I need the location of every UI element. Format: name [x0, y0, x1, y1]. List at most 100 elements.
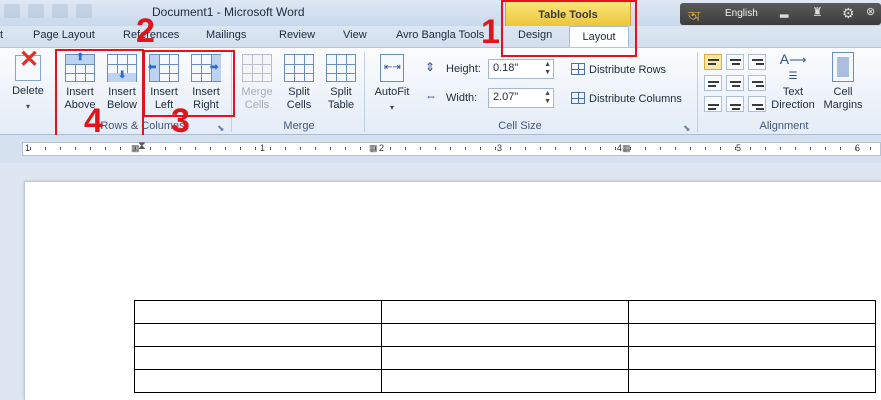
height-stepper-icon[interactable]: ▲ ▼ — [544, 61, 551, 77]
tab-mailings[interactable]: Mailings — [206, 29, 246, 41]
table-cell[interactable] — [628, 346, 876, 370]
merge-cells-label-2: Cells — [244, 99, 270, 111]
ruler-tick — [105, 147, 106, 150]
width-field[interactable]: 2.07" ▲ ▼ — [488, 88, 554, 108]
annotation-box-1 — [501, 0, 637, 57]
quick-access-toolbar[interactable] — [4, 4, 144, 22]
ruler-tick — [360, 147, 361, 150]
tab-review[interactable]: Review — [279, 29, 315, 41]
text-direction-button[interactable]: A⟶ ☰ Text Direction — [769, 52, 817, 112]
distribute-columns-icon — [571, 92, 585, 104]
ruler-tick — [225, 147, 226, 150]
align-top-center-button[interactable] — [726, 54, 744, 70]
table-cell[interactable] — [134, 346, 382, 370]
table-cell[interactable] — [628, 300, 876, 324]
ruler-tick — [690, 147, 691, 150]
split-table-icon — [326, 54, 356, 82]
tab-view[interactable]: View — [343, 29, 367, 41]
align-center-button[interactable] — [726, 75, 744, 91]
close-icon[interactable]: ⊗ — [866, 5, 875, 18]
ruler-tick — [735, 147, 736, 150]
align-center-left-button[interactable] — [704, 75, 722, 91]
align-center-right-button[interactable] — [748, 75, 766, 91]
ruler-tick — [615, 147, 616, 150]
ruler-tick — [525, 147, 526, 150]
cell-margins-button[interactable]: Cell Margins — [820, 52, 866, 112]
split-table-button[interactable]: Split Table — [322, 54, 360, 112]
distribute-rows-button[interactable]: Distribute Rows — [571, 63, 666, 76]
align-bottom-right-button[interactable] — [748, 96, 766, 112]
ruler-tick — [705, 147, 706, 150]
row-height-icon: ⇕ — [425, 60, 436, 74]
column-marker-icon[interactable]: ▦ — [369, 143, 378, 154]
ruler-tick — [765, 147, 766, 150]
ruler-number: 5 — [736, 143, 742, 153]
cell-margins-label-2: Margins — [823, 99, 863, 111]
split-cells-label-1: Split — [288, 86, 310, 98]
ruler-tick — [330, 147, 331, 150]
ruler-number: 1 — [260, 143, 266, 153]
distribute-columns-button[interactable]: Distribute Columns — [571, 92, 682, 105]
table-cell[interactable] — [628, 323, 876, 347]
align-top-left-button[interactable] — [704, 54, 722, 70]
ruler-tick — [465, 147, 466, 150]
table-cell[interactable] — [381, 346, 629, 370]
table-cell[interactable] — [134, 323, 382, 347]
ruler-tick — [780, 147, 781, 150]
align-top-right-button[interactable] — [748, 54, 766, 70]
ruler-tick — [180, 147, 181, 150]
tools-icon[interactable]: ♜ — [812, 5, 823, 19]
ruler-tick — [45, 147, 46, 150]
rows-columns-launcher-icon[interactable]: ⬊ — [217, 123, 225, 134]
table-row — [134, 369, 876, 393]
ruler-tick — [810, 147, 811, 150]
distribute-columns-label: Distribute Columns — [589, 93, 682, 105]
autofit-icon: ⇤⇥ — [380, 54, 404, 82]
delete-button[interactable]: ✕ Delete ▾ — [8, 48, 48, 113]
cell-size-launcher-icon[interactable]: ⬊ — [683, 123, 691, 134]
table-cell[interactable] — [381, 323, 629, 347]
autofit-button[interactable]: ⇤⇥ AutoFit ▾ — [370, 54, 414, 114]
align-bottom-left-button[interactable] — [704, 96, 722, 112]
table-cell[interactable] — [134, 300, 382, 324]
ruler-tick — [315, 147, 316, 150]
height-label: Height: — [446, 63, 481, 75]
ruler-tick — [600, 147, 601, 150]
ruler-tick — [270, 147, 271, 150]
merge-cells-label-1: Merge — [241, 86, 273, 98]
word-window: Document1 - Microsoft Word Table Tools অ… — [0, 0, 881, 400]
ruler-tick — [60, 147, 61, 150]
ruler-tick — [210, 147, 211, 150]
split-cells-icon — [284, 54, 314, 82]
ruler-tick — [255, 147, 256, 150]
gear-icon[interactable]: ⚙ — [842, 5, 855, 22]
language-bar[interactable]: অ English ▂ ♜ ⚙ ⊗ — [680, 3, 881, 25]
column-width-icon: ⇔ — [425, 89, 437, 103]
ruler-tick — [450, 147, 451, 150]
table-cell[interactable] — [381, 369, 629, 393]
ruler-tick — [75, 147, 76, 150]
autofit-label: AutoFit — [374, 86, 410, 98]
document-table[interactable] — [134, 300, 876, 393]
keyboard-icon[interactable]: ▂ — [780, 5, 788, 18]
ribbon-tabs: t Page Layout References Mailings Review… — [0, 26, 881, 48]
ruler-tick — [795, 147, 796, 150]
merge-cells-button[interactable]: Merge Cells — [238, 54, 276, 112]
ruler-tick — [555, 147, 556, 150]
table-row — [134, 323, 876, 347]
align-bottom-center-button[interactable] — [726, 96, 744, 112]
width-stepper-icon[interactable]: ▲ ▼ — [544, 90, 551, 106]
table-cell[interactable] — [381, 300, 629, 324]
table-cell[interactable] — [134, 369, 382, 393]
ruler-tick — [345, 147, 346, 150]
width-value: 2.07" — [493, 91, 519, 103]
tab-avro-bangla-tools[interactable]: Avro Bangla Tools — [396, 29, 484, 41]
height-field[interactable]: 0.18" ▲ ▼ — [488, 59, 554, 79]
chevron-down-icon: ▾ — [25, 102, 30, 111]
table-cell[interactable] — [628, 369, 876, 393]
tab-page-layout[interactable]: Page Layout — [33, 29, 95, 41]
tab-insert[interactable]: t — [0, 29, 3, 41]
split-cells-button[interactable]: Split Cells — [281, 54, 317, 112]
ruler-tick — [150, 147, 151, 150]
ruler-tick — [585, 147, 586, 150]
